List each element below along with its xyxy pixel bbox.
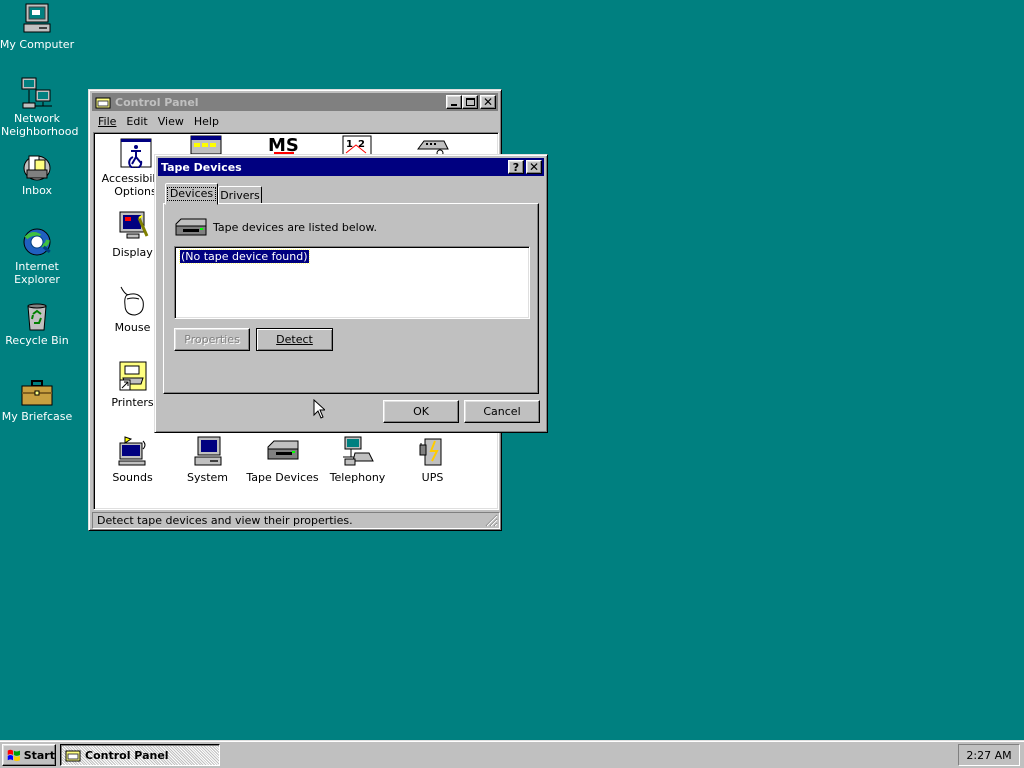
mouse-cursor-icon (313, 399, 325, 419)
cp-icon-label: Mouse (114, 321, 151, 334)
network-neighborhood-icon (21, 77, 52, 109)
taskbar: Start Control Panel 2:27 AM (0, 740, 1024, 768)
control-panel-title: Control Panel (115, 95, 199, 109)
ups-icon (419, 438, 441, 466)
folder-options-icon (190, 135, 222, 155)
desktop-icon-internet-explorer[interactable]: Internet Explorer (0, 226, 77, 286)
minimize-icon (451, 104, 457, 106)
tab-drivers-label: Drivers (220, 188, 260, 202)
desktop-icon-label: Recycle Bin (5, 334, 69, 347)
clock[interactable]: 2:27 AM (966, 749, 1011, 762)
menu-help[interactable]: Help (189, 115, 224, 128)
system-icon (194, 436, 221, 466)
cp-icon-tape-devices[interactable]: Tape Devices (245, 435, 320, 484)
cp-icon-label: Tape Devices (246, 471, 319, 484)
start-label: Start (23, 748, 55, 762)
desktop-icon-label: Internet Explorer (14, 260, 60, 286)
sounds-icon (118, 436, 145, 466)
close-icon: ✕ (528, 160, 540, 174)
telephony-icon (342, 436, 374, 466)
control-panel-statusbar: Detect tape devices and view their prope… (92, 512, 500, 529)
cp-icon-system[interactable]: System (170, 435, 245, 484)
tape-drive-icon (267, 440, 298, 460)
detect-button-label: Detect (276, 333, 313, 346)
cp-icon-label: UPS (421, 471, 444, 484)
cancel-button-label: Cancel (483, 405, 521, 418)
internet-explorer-icon (23, 228, 51, 256)
ok-button[interactable]: OK (383, 400, 459, 423)
inbox-icon (23, 155, 51, 181)
status-text: Detect tape devices and view their prope… (97, 514, 353, 527)
accessibility-icon (120, 138, 151, 168)
ok-button-label: OK (413, 405, 429, 418)
start-button[interactable]: Start (2, 744, 56, 766)
cancel-button[interactable]: Cancel (464, 400, 540, 423)
tab-panel: Tape devices are listed below. (No tape … (163, 203, 539, 394)
menu-edit[interactable]: Edit (121, 115, 152, 128)
cp-icon-ups[interactable]: UPS (395, 435, 470, 484)
svg-text:2: 2 (358, 139, 365, 150)
regional-settings-icon: 1 2 (342, 135, 372, 155)
desktop-icon-label: Inbox (21, 184, 53, 197)
desktop-icon-network-neighborhood[interactable]: Network Neighborhood (0, 76, 79, 138)
system-tray: 2:27 AM (958, 744, 1020, 766)
tape-devices-dialog[interactable]: Tape Devices ? ✕ Devices Drivers Tape de… (154, 154, 548, 433)
control-panel-folder-icon (95, 97, 111, 109)
tab-drivers[interactable]: Drivers (218, 186, 262, 204)
menu-view[interactable]: View (153, 115, 189, 128)
desktop-icon-label: My Briefcase (1, 410, 73, 423)
cp-icon-label: System (186, 471, 229, 484)
menu-file[interactable]: File (93, 115, 121, 128)
modems-icon (417, 140, 449, 155)
taskbar-button-label: Control Panel (85, 748, 169, 762)
device-list-item[interactable]: (No tape device found) (179, 249, 310, 264)
cp-icon-label: Printers (111, 396, 154, 409)
printers-icon (119, 361, 146, 391)
dialog-close-button[interactable]: ✕ (526, 160, 542, 174)
devices-heading: Tape devices are listed below. (213, 221, 377, 234)
maximize-button[interactable] (462, 95, 478, 109)
desktop-icon-label: Network Neighborhood (1, 112, 79, 138)
control-panel-folder-icon (65, 750, 81, 762)
dialog-title: Tape Devices (161, 160, 242, 174)
tape-drive-icon (175, 218, 207, 236)
cp-icon-label: Display (112, 246, 153, 259)
mouse-icon (120, 286, 144, 316)
recycle-bin-icon (27, 303, 47, 331)
desktop-icon-inbox[interactable]: Inbox (0, 152, 77, 197)
desktop-icon-my-computer[interactable]: My Computer (0, 2, 77, 51)
taskbar-button-control-panel[interactable]: Control Panel (60, 744, 220, 766)
my-computer-icon (23, 3, 51, 33)
cp-icon-label: Telephony (329, 471, 386, 484)
briefcase-icon (21, 380, 53, 406)
dialog-titlebar[interactable]: Tape Devices ? ✕ (158, 158, 544, 176)
minimize-button[interactable] (446, 95, 462, 109)
display-icon (119, 211, 148, 239)
close-icon: ✕ (482, 95, 494, 109)
fonts-icon: MS (268, 135, 299, 155)
control-panel-menubar: File Edit View Help (93, 112, 224, 131)
tab-devices-label: Devices (166, 187, 217, 201)
help-icon: ? (512, 160, 520, 174)
control-panel-titlebar[interactable]: Control Panel ✕ (92, 93, 498, 111)
desktop-icon-my-briefcase[interactable]: My Briefcase (0, 378, 77, 423)
help-button[interactable]: ? (508, 160, 524, 174)
cp-icon-label: Sounds (112, 471, 153, 484)
resize-grip-icon[interactable] (485, 514, 498, 527)
desktop-icon-label: My Computer (0, 38, 75, 51)
cp-icon-sounds[interactable]: Sounds (95, 435, 170, 484)
tab-devices[interactable]: Devices (165, 183, 218, 205)
detect-button[interactable]: Detect (256, 328, 333, 351)
windows-logo-icon (7, 749, 20, 762)
close-button[interactable]: ✕ (480, 95, 496, 109)
desktop-icon-recycle-bin[interactable]: Recycle Bin (0, 302, 77, 347)
maximize-icon (465, 98, 475, 106)
properties-button-label: Properties (184, 333, 240, 346)
device-list[interactable]: (No tape device found) (174, 246, 530, 319)
cp-icon-telephony[interactable]: Telephony (320, 435, 395, 484)
properties-button[interactable]: Properties (174, 328, 250, 351)
